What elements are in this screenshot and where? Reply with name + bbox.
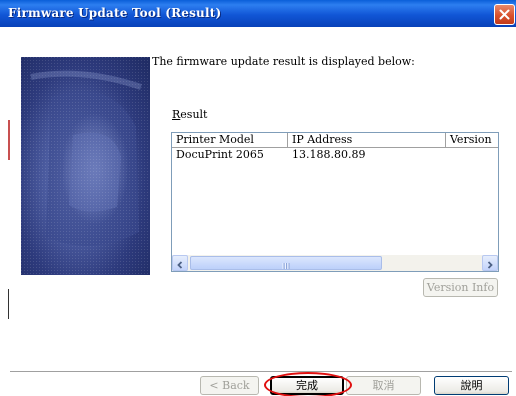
table-row[interactable]: DocuPrint 2065 13.188.80.89 <box>172 148 498 161</box>
column-header-version[interactable]: Version <box>446 133 498 147</box>
footer-separator <box>10 371 512 373</box>
scroll-left-button[interactable] <box>172 255 188 271</box>
column-header-ip-address[interactable]: IP Address <box>288 133 446 147</box>
wizard-banner-image <box>21 57 150 275</box>
back-button[interactable]: < Back <box>200 376 259 395</box>
window-title: Firmware Update Tool (Result) <box>8 6 222 20</box>
list-header: Printer Model IP Address Version <box>172 133 498 148</box>
result-label-rest: esult <box>180 108 208 121</box>
result-list-view[interactable]: Printer Model IP Address Version DocuPri… <box>171 132 499 272</box>
column-header-printer-model[interactable]: Printer Model <box>172 133 288 147</box>
close-icon <box>499 9 510 20</box>
chevron-left-icon <box>176 254 184 272</box>
firmware-update-result-dialog: Firmware Update Tool (Result) The firmwa… <box>0 0 516 396</box>
dialog-content: The firmware update result is displayed … <box>0 27 516 396</box>
title-bar[interactable]: Firmware Update Tool (Result) <box>0 0 516 27</box>
chevron-right-icon <box>486 254 494 272</box>
close-button[interactable] <box>494 4 515 25</box>
finish-button[interactable]: 完成 <box>270 376 344 395</box>
horizontal-scrollbar[interactable] <box>172 255 498 271</box>
scroll-thumb[interactable] <box>190 256 382 270</box>
version-info-button[interactable]: Version Info <box>423 278 498 297</box>
scroll-right-button[interactable] <box>482 255 498 271</box>
cancel-button[interactable]: 取消 <box>346 376 421 395</box>
cell-printer-model: DocuPrint 2065 <box>176 148 264 161</box>
help-button[interactable]: 說明 <box>434 376 509 395</box>
edge-mark <box>8 120 10 160</box>
grip-icon <box>282 254 290 272</box>
cell-ip-address: 13.188.80.89 <box>292 148 366 161</box>
edge-mark <box>8 289 9 319</box>
result-label: Result <box>172 108 207 121</box>
intro-text: The firmware update result is displayed … <box>152 55 415 68</box>
